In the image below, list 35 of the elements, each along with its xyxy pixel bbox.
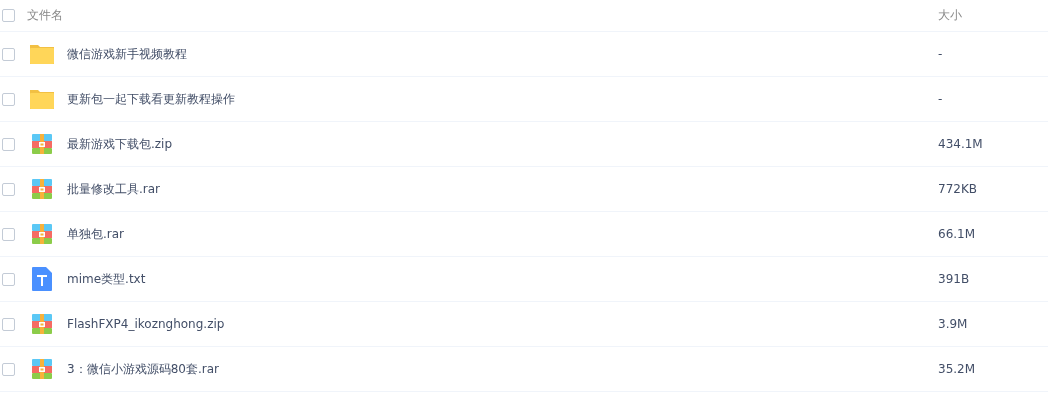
file-size: - [938,92,944,106]
folder-icon [29,87,55,111]
file-size: 772KB [938,182,978,196]
column-header[interactable]: 文件名 [27,7,938,24]
folder-icon [29,42,55,66]
file-size: - [938,47,944,61]
file-name[interactable]: 单独包.rar [67,225,938,243]
text-file-icon [29,267,55,291]
checkbox[interactable] [2,47,15,61]
file-name[interactable]: mime类型.txt [67,270,938,288]
checkbox[interactable] [2,272,15,286]
checkbox[interactable] [2,317,15,331]
archive-icon [29,177,55,201]
checkbox[interactable] [2,182,15,196]
checkbox[interactable] [2,92,15,106]
file-name[interactable]: 微信游戏新手视频教程 [67,45,938,63]
file-name[interactable]: 3：微信小游戏源码80套.rar [67,360,938,378]
file-size: 66.1M [938,227,977,241]
file-size: 434.1M [938,137,984,151]
file-size: 35.2M [938,362,977,376]
archive-icon [29,132,55,156]
file-name[interactable]: FlashFXP4_ikoznghong.zip [67,317,938,331]
checkbox[interactable] [2,362,15,376]
file-name[interactable]: 批量修改工具.rar [67,180,938,198]
archive-icon [29,357,55,381]
file-size: 391B [938,272,971,286]
archive-icon [29,312,55,336]
file-size: 3.9M [938,317,969,331]
checkbox[interactable] [2,137,15,151]
column-header[interactable]: 大小 [938,7,1048,24]
file-name[interactable]: 最新游戏下载包.zip [67,135,938,153]
checkbox[interactable] [2,9,15,22]
checkbox[interactable] [2,227,15,241]
file-name[interactable]: 更新包一起下载看更新教程操作 [67,90,938,108]
archive-icon [29,222,55,246]
